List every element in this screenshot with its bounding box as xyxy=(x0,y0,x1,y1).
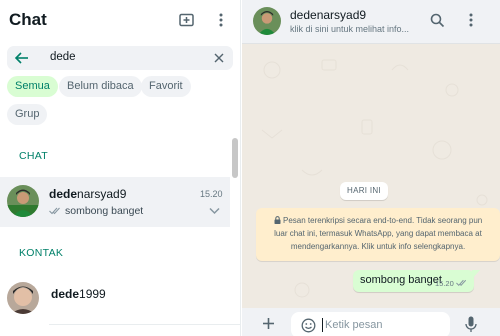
encryption-line-3: mendengarkannya. Klik untuk info selengk… xyxy=(290,242,466,251)
encryption-notice[interactable]: Pesan terenkripsi secara end-to-end. Tid… xyxy=(256,208,500,261)
filter-chip-favorites[interactable]: Favorit xyxy=(141,76,191,97)
mic-icon[interactable] xyxy=(465,316,477,333)
search-value: dede xyxy=(50,51,76,63)
chat-preview: sombong banget xyxy=(49,205,143,217)
message-input[interactable]: Ketik pesan xyxy=(291,312,450,336)
chat-time: 15.20 xyxy=(200,189,223,199)
conversation-avatar[interactable] xyxy=(253,7,281,35)
bubble-tail xyxy=(472,270,480,279)
conversation-title[interactable]: dedenarsyad9 xyxy=(290,8,366,22)
filter-chip-all[interactable]: Semua xyxy=(7,76,58,97)
conversation-header[interactable]: dedenarsyad9 klik di sini untuk melihat … xyxy=(242,0,500,44)
chat-preview-text: sombong banget xyxy=(65,205,144,217)
search-input[interactable]: dede xyxy=(7,46,233,70)
message-bubble-outgoing[interactable]: sombong banget 15.20 xyxy=(353,270,474,292)
encryption-text-1: Pesan terenkripsi secara end-to-end. Tid… xyxy=(283,216,483,225)
message-time: 15.20 xyxy=(435,279,454,288)
chat-list-item[interactable]: dedenarsyad9 15.20 sombong banget xyxy=(0,177,230,227)
conversation-panel: dedenarsyad9 klik di sini untuk melihat … xyxy=(242,0,500,336)
date-divider: HARI INI xyxy=(340,182,388,200)
divider xyxy=(49,324,240,325)
text-cursor xyxy=(322,318,323,332)
contact-name[interactable]: dede1999 xyxy=(51,287,106,301)
section-title-contacts: KONTAK xyxy=(19,247,64,259)
contact-avatar[interactable] xyxy=(7,282,39,314)
plus-icon[interactable] xyxy=(262,317,275,330)
name-match: dede xyxy=(49,187,78,201)
encryption-line-1: Pesan terenkripsi secara end-to-end. Tid… xyxy=(264,214,492,227)
encryption-line-2: luar chat ini, termasuk WhatsApp, yang d… xyxy=(274,229,482,238)
menu-dots-icon[interactable] xyxy=(469,13,473,27)
emoji-icon[interactable] xyxy=(301,318,316,333)
chevron-down-icon[interactable] xyxy=(209,207,220,215)
chat-list-header: Chat xyxy=(0,0,240,40)
scrollbar[interactable] xyxy=(232,138,238,178)
message-composer: Ketik pesan xyxy=(242,308,500,336)
avatar xyxy=(7,185,39,217)
menu-dots-icon[interactable] xyxy=(211,10,231,30)
double-check-icon xyxy=(49,207,60,215)
contact-name-rest: 1999 xyxy=(79,287,106,301)
contact-name-match: dede xyxy=(51,287,80,301)
search-icon[interactable] xyxy=(430,13,445,28)
section-title-chats: CHAT xyxy=(19,150,49,162)
page-title: Chat xyxy=(9,10,47,29)
message-text: sombong banget xyxy=(360,274,442,286)
double-check-icon xyxy=(456,279,467,287)
chat-name: dedenarsyad9 xyxy=(49,187,126,201)
clear-icon[interactable] xyxy=(212,51,226,65)
conversation-subtitle[interactable]: klik di sini untuk melihat info... xyxy=(290,24,409,34)
filter-chip-groups[interactable]: Grup xyxy=(7,104,48,125)
name-rest: narsyad9 xyxy=(77,187,127,201)
chat-list-panel: Chat dede Semua Belum dibaca Favorit Gru… xyxy=(0,0,241,336)
back-arrow-icon[interactable] xyxy=(14,50,30,66)
new-chat-icon[interactable] xyxy=(177,10,197,30)
lock-icon xyxy=(274,216,281,224)
filter-chip-unread[interactable]: Belum dibaca xyxy=(59,76,142,97)
message-input-placeholder: Ketik pesan xyxy=(325,319,383,331)
